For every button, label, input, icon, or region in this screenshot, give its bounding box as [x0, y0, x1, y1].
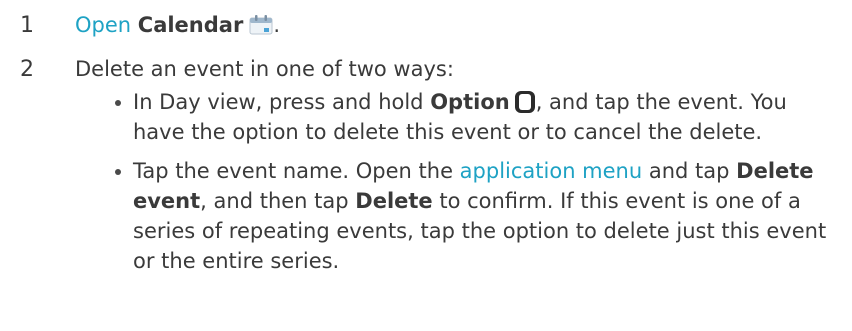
- option-key-icon: [514, 90, 536, 114]
- step-text: Open Calendar .: [75, 11, 280, 39]
- step-number: 1: [20, 13, 34, 38]
- bullet-text: In Day view, press and hold: [133, 90, 431, 114]
- bullet-text: and tap: [642, 159, 737, 183]
- bullet-text: , and then tap: [200, 189, 356, 213]
- step-number: 2: [20, 57, 34, 82]
- calendar-icon: [249, 14, 273, 35]
- option-list: In Day view, press and hold Option , and…: [113, 87, 833, 285]
- open-link[interactable]: Open: [75, 13, 131, 37]
- list-item-menu-delete: Tap the event name. Open the application…: [113, 156, 833, 276]
- app-name: Calendar: [137, 13, 244, 37]
- list-item-option-delete: In Day view, press and hold Option , and…: [113, 87, 833, 147]
- step-intro: Delete an event in one of two ways:: [75, 57, 454, 81]
- trailing-period: .: [273, 13, 281, 37]
- delete-label: Delete: [355, 189, 433, 213]
- application-menu-link[interactable]: application menu: [460, 159, 643, 183]
- bullet-text: Tap the event name. Open the: [133, 159, 460, 183]
- option-key-label: Option: [430, 90, 510, 114]
